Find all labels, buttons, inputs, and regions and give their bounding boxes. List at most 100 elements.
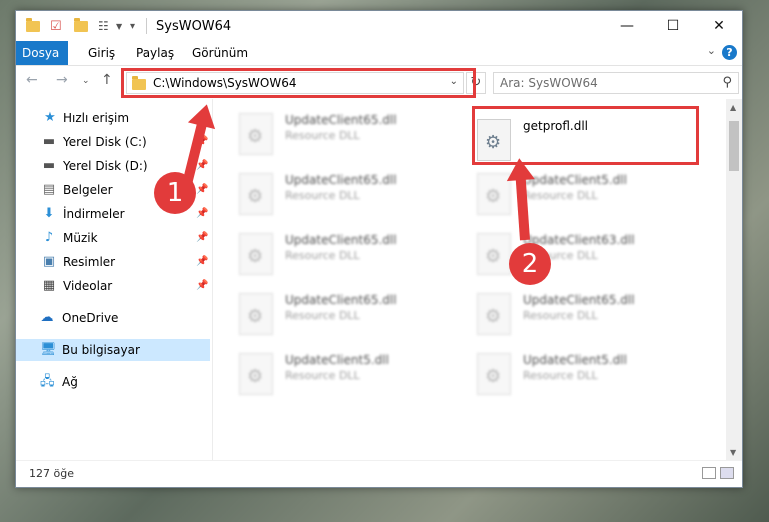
forward-arrow-icon[interactable]: →: [56, 72, 68, 88]
sidebar-item-videos[interactable]: ▦ Videolar 📌: [16, 275, 210, 297]
quick-access-dropdown-icon[interactable]: ▾: [130, 18, 135, 34]
file-item[interactable]: UpdateClient65.dll Resource DLL: [239, 113, 469, 157]
new-folder-icon[interactable]: [74, 17, 88, 34]
step-badge-1: 1: [154, 172, 196, 214]
file-type: Resource DLL: [285, 369, 360, 382]
sidebar-item-label: OneDrive: [62, 311, 119, 325]
status-bar: 127 öğe: [16, 460, 742, 487]
sidebar-item-label: Müzik: [63, 231, 98, 245]
tab-giris[interactable]: Giriş: [78, 41, 125, 65]
sidebar-item-label: Yerel Disk (C:): [63, 135, 147, 149]
file-item[interactable]: UpdateClient65.dll Resource DLL: [239, 173, 469, 217]
dll-file-icon: [477, 233, 511, 275]
file-type: Resource DLL: [523, 309, 598, 322]
chevron-down-icon[interactable]: ⌄: [707, 44, 716, 57]
sidebar-item-label: Hızlı erişim: [63, 111, 130, 125]
file-name: UpdateClient65.dll: [523, 293, 635, 307]
dll-file-icon: [239, 113, 273, 155]
file-name: UpdateClient65.dll: [285, 173, 397, 187]
sidebar-item-label: Resimler: [63, 255, 116, 269]
network-icon: 🖧: [40, 374, 55, 389]
file-type: Resource DLL: [285, 309, 360, 322]
pictures-icon: ▣: [42, 254, 56, 269]
tab-gorunum[interactable]: Görünüm: [182, 41, 258, 65]
tab-dosya[interactable]: Dosya: [16, 41, 68, 65]
file-item[interactable]: UpdateClient5.dll Resource DLL: [239, 353, 469, 397]
file-type: Resource DLL: [285, 249, 360, 262]
documents-icon: ▤: [42, 182, 56, 197]
file-name: UpdateClient65.dll: [285, 293, 397, 307]
pin-icon: 📌: [196, 280, 209, 291]
file-item[interactable]: UpdateClient5.dll Resource DLL: [477, 353, 707, 397]
address-bar-highlight: [121, 68, 476, 98]
search-input[interactable]: Ara: SysWOW64 ⚲: [493, 72, 739, 94]
file-type: Resource DLL: [285, 129, 360, 142]
details-view-icon[interactable]: [702, 467, 716, 479]
folder-icon: [26, 17, 40, 34]
minimize-button[interactable]: —: [604, 11, 650, 41]
sidebar-item-label: Belgeler: [63, 183, 113, 197]
recent-locations-icon[interactable]: ⌄: [82, 76, 90, 86]
file-name: UpdateClient5.dll: [523, 173, 627, 187]
vertical-scrollbar[interactable]: ▲ ▼: [726, 99, 742, 461]
pin-icon: 📌: [196, 208, 209, 219]
file-name: UpdateClient65.dll: [285, 113, 397, 127]
file-name: UpdateClient5.dll: [523, 353, 627, 367]
navigation-pane: ★ Hızlı erişim ▬ Yerel Disk (C:) 📌 ▬ Yer…: [16, 99, 213, 461]
large-icons-view-icon[interactable]: [720, 467, 734, 479]
ribbon-tabs: Dosya Giriş Paylaş Görünüm ⌄ ?: [16, 41, 742, 66]
title-separator: [146, 18, 147, 34]
computer-icon: 🖥: [40, 342, 57, 357]
music-icon: ♪: [44, 230, 54, 245]
tab-paylas[interactable]: Paylaş: [126, 41, 184, 65]
scroll-up-icon[interactable]: ▲: [730, 103, 736, 112]
drive-icon: ▬: [42, 158, 56, 173]
file-type: Resource DLL: [285, 189, 360, 202]
sidebar-item-label: Yerel Disk (D:): [63, 159, 148, 173]
dll-file-icon: [477, 293, 511, 335]
sidebar-item-label: Videolar: [63, 279, 113, 293]
dll-file-icon: [239, 173, 273, 215]
sidebar-item-label: Bu bilgisayar: [62, 343, 140, 357]
sidebar-item-onedrive[interactable]: ☁ OneDrive: [16, 307, 210, 329]
file-item[interactable]: UpdateClient65.dll Resource DLL: [239, 233, 469, 277]
sidebar-item-music[interactable]: ♪ Müzik 📌: [16, 227, 210, 249]
close-button[interactable]: ✕: [696, 11, 742, 41]
file-type: Resource DLL: [523, 369, 598, 382]
title-bar: ☑ ☷ ▼ ▾ SysWOW64 — ☐ ✕: [16, 11, 742, 41]
up-arrow-icon[interactable]: ↑: [101, 72, 113, 88]
back-arrow-icon[interactable]: ←: [26, 72, 38, 88]
file-name: UpdateClient5.dll: [285, 353, 389, 367]
help-button[interactable]: ?: [722, 45, 737, 60]
search-icon: ⚲: [722, 75, 732, 90]
sidebar-item-network[interactable]: 🖧 Ağ: [16, 371, 210, 393]
download-icon: ⬇: [43, 206, 55, 221]
star-icon: ★: [44, 110, 56, 125]
sidebar-item-label: Ağ: [62, 375, 78, 389]
video-icon: ▦: [42, 278, 56, 293]
dll-file-icon: [239, 233, 273, 275]
search-placeholder: Ara: SysWOW64: [500, 76, 598, 90]
properties-icon[interactable]: ☑: [50, 18, 62, 34]
pin-icon: 📌: [196, 232, 209, 243]
sidebar-item-disk-c[interactable]: ▬ Yerel Disk (C:) 📌: [16, 131, 210, 153]
scroll-down-icon[interactable]: ▼: [730, 448, 736, 457]
file-type: Resource DLL: [523, 189, 598, 202]
sidebar-item-quick-access[interactable]: ★ Hızlı erişim: [16, 107, 210, 129]
dll-file-icon: [239, 353, 273, 395]
item-count: 127 öğe: [29, 467, 74, 480]
step-badge-2: 2: [509, 243, 551, 285]
pin-icon: 📌: [196, 256, 209, 267]
chevron-down-icon[interactable]: ▼: [116, 18, 122, 34]
file-highlight: [472, 106, 699, 165]
scrollbar-thumb[interactable]: [729, 121, 739, 171]
file-item[interactable]: UpdateClient65.dll Resource DLL: [477, 293, 707, 337]
file-item[interactable]: UpdateClient65.dll Resource DLL: [239, 293, 469, 337]
dll-file-icon: [239, 293, 273, 335]
drive-icon: ▬: [42, 134, 56, 149]
sidebar-item-this-pc[interactable]: 🖥 Bu bilgisayar: [16, 339, 210, 361]
window-title: SysWOW64: [156, 19, 232, 34]
maximize-button[interactable]: ☐: [650, 11, 696, 41]
customize-toolbar-icon[interactable]: ☷: [98, 18, 109, 34]
sidebar-item-pictures[interactable]: ▣ Resimler 📌: [16, 251, 210, 273]
